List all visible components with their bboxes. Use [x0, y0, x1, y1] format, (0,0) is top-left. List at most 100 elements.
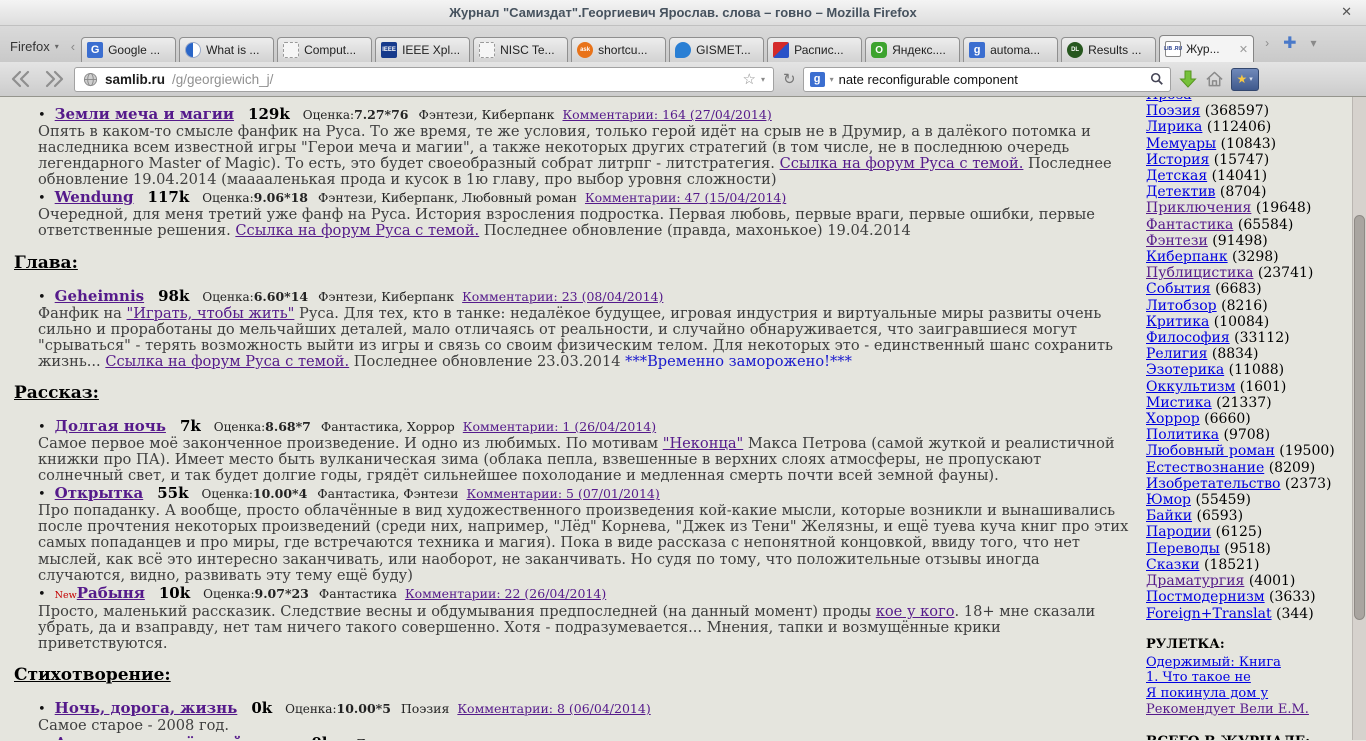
- genre-link[interactable]: Эзотерика: [1146, 362, 1224, 378]
- tab-8[interactable]: Распис...: [767, 37, 862, 62]
- genre-count: (368597): [1200, 103, 1269, 119]
- scrollbar-thumb[interactable]: [1354, 215, 1365, 620]
- inline-link[interactable]: "Неконца": [663, 435, 744, 452]
- search-icon[interactable]: [1150, 72, 1164, 86]
- tab-7[interactable]: GISMET...: [669, 37, 764, 62]
- inline-link[interactable]: кое у кого: [876, 603, 955, 620]
- genre-link[interactable]: Поэзия: [1146, 103, 1200, 119]
- genre-row: Критика (10084): [1146, 314, 1346, 330]
- genre-link[interactable]: Критика: [1146, 314, 1209, 330]
- genre-link[interactable]: Хоррор: [1146, 411, 1200, 427]
- genre-link[interactable]: Мистика: [1146, 395, 1212, 411]
- download-indicator-button[interactable]: [1178, 69, 1198, 89]
- url-bar[interactable]: samlib.ru/g/georgiewich_j/ ☆ ▾: [74, 67, 774, 92]
- genre-link[interactable]: Мемуары: [1146, 136, 1216, 152]
- genre-link[interactable]: Foreign+Translat: [1146, 606, 1272, 622]
- work-title-link[interactable]: Август, луна, тёплый ветер: [55, 734, 298, 740]
- tab-6[interactable]: askshortcu...: [571, 37, 666, 62]
- genre-link[interactable]: Детектив: [1146, 184, 1215, 200]
- inline-link[interactable]: Ссылка на форум Руса с темой.: [235, 222, 479, 239]
- genre-link[interactable]: Приключения: [1146, 200, 1251, 216]
- work-title-link[interactable]: Wendung: [55, 188, 134, 206]
- tab-scroll-left-button[interactable]: ‹: [71, 39, 75, 54]
- genre-link[interactable]: Фэнтези: [1146, 233, 1208, 249]
- comments-link[interactable]: Комментарии: 47 (15/04/2014): [585, 190, 786, 205]
- genre-link[interactable]: История: [1146, 152, 1209, 168]
- window-close-button[interactable]: ✕: [1341, 4, 1352, 20]
- bookmarks-panel-button[interactable]: ★ ▾: [1231, 68, 1259, 91]
- work-title-link[interactable]: Открытка: [55, 484, 144, 502]
- genre-link[interactable]: Переводы: [1146, 541, 1220, 557]
- genre-link[interactable]: Постмодернизм: [1146, 589, 1265, 605]
- genre-link[interactable]: Оккультизм: [1146, 379, 1235, 395]
- genre-link[interactable]: Философия: [1146, 330, 1230, 346]
- tab-2[interactable]: What is ...: [179, 37, 274, 62]
- back-button[interactable]: [8, 67, 34, 91]
- genre-link[interactable]: Юмор: [1146, 492, 1191, 508]
- url-dropdown-icon[interactable]: ▾: [761, 75, 765, 84]
- genre-row: Естествознание (8209): [1146, 460, 1346, 476]
- genre-link[interactable]: Фантастика: [1146, 217, 1233, 233]
- genre-link[interactable]: События: [1146, 281, 1211, 297]
- search-engine-google-icon[interactable]: g: [810, 72, 825, 87]
- roulette-link[interactable]: Одержимый: Книга: [1146, 655, 1346, 671]
- roulette-link[interactable]: 1. Что такое не: [1146, 670, 1346, 686]
- comments-link[interactable]: Комментарии: 8 (06/04/2014): [457, 701, 650, 716]
- page-scrollbar[interactable]: [1352, 97, 1366, 740]
- work-title-link[interactable]: Geheimnis: [55, 287, 144, 305]
- forward-button[interactable]: [41, 67, 67, 91]
- comments-link[interactable]: Комментарии: 1 (26/04/2014): [463, 419, 656, 434]
- comments-link[interactable]: Комментарии: 23 (08/04/2014): [462, 289, 663, 304]
- work-item: •Долгая ночь7kОценка:8.68*7Фантастика, Х…: [38, 418, 1130, 436]
- tab-label: Google ...: [108, 43, 170, 57]
- work-title-link[interactable]: Земли меча и магии: [55, 105, 234, 123]
- genre-link[interactable]: Сказки: [1146, 557, 1200, 573]
- inline-link[interactable]: Ссылка на форум Руса с темой.: [780, 155, 1024, 172]
- tab-1[interactable]: GGoogle ...: [81, 37, 176, 62]
- tab-12[interactable]: LIB .RUЖур...✕: [1159, 35, 1254, 62]
- tab-scroll-right-button[interactable]: ›: [1265, 36, 1269, 50]
- genre-link[interactable]: Байки: [1146, 508, 1192, 524]
- tab-3[interactable]: Comput...: [277, 37, 372, 62]
- list-all-tabs-button[interactable]: ▾: [1311, 36, 1317, 50]
- genre-link[interactable]: Религия: [1146, 346, 1207, 362]
- genre-link[interactable]: Литобзор: [1146, 298, 1217, 314]
- genre-link[interactable]: Любовный роман: [1146, 443, 1275, 459]
- genre-link[interactable]: Публицистика: [1146, 265, 1253, 281]
- tab-4[interactable]: IEEEIEEE Xpl...: [375, 37, 470, 62]
- bookmark-star-icon[interactable]: ☆: [743, 70, 756, 88]
- inline-link[interactable]: Ссылка на форум Руса с темой.: [105, 353, 349, 370]
- search-input[interactable]: [839, 72, 1145, 87]
- comments-link[interactable]: Комментарии: 164 (27/04/2014): [562, 107, 771, 122]
- roulette-link[interactable]: Я покинула дом у: [1146, 686, 1346, 702]
- genre-link[interactable]: Пародии: [1146, 524, 1211, 540]
- genre-link[interactable]: Изобретательство: [1146, 476, 1280, 492]
- tab-11[interactable]: DLResults ...: [1061, 37, 1156, 62]
- genre-link[interactable]: Драматургия: [1146, 573, 1244, 589]
- genre-link[interactable]: Естествознание: [1146, 460, 1264, 476]
- comments-link[interactable]: Комментарии: 22 (26/04/2014): [405, 586, 606, 601]
- reload-button[interactable]: ↻: [783, 70, 796, 88]
- genre-link[interactable]: Проза: [1146, 97, 1192, 103]
- search-engine-dropdown-icon[interactable]: ▾: [830, 75, 834, 84]
- home-button[interactable]: [1205, 70, 1224, 88]
- genre-link[interactable]: Детская: [1146, 168, 1207, 184]
- tab-9[interactable]: ОЯндекс....: [865, 37, 960, 62]
- work-title-link[interactable]: Ночь, дорога, жизнь: [55, 699, 238, 717]
- inline-link[interactable]: "Играть, чтобы жить": [127, 305, 295, 322]
- tab-close-icon[interactable]: ✕: [1239, 43, 1248, 56]
- tab-10[interactable]: gautoma...: [963, 37, 1058, 62]
- genre-link[interactable]: Киберпанк: [1146, 249, 1228, 265]
- firefox-menu-button[interactable]: Firefox ▾: [10, 39, 59, 54]
- genre-link[interactable]: Политика: [1146, 427, 1219, 443]
- work-title-link[interactable]: Рабыня: [77, 584, 145, 602]
- work-title-link[interactable]: Долгая ночь: [55, 417, 166, 435]
- comments-link[interactable]: Комментарии: 5 (07/01/2014): [466, 486, 659, 501]
- roulette-link[interactable]: Рекомендует Вели Е.М.: [1146, 702, 1346, 718]
- tab-5[interactable]: NISC Te...: [473, 37, 568, 62]
- new-tab-button[interactable]: ✚: [1283, 33, 1296, 53]
- search-box[interactable]: g ▾: [803, 67, 1171, 92]
- genre-link[interactable]: Лирика: [1146, 119, 1202, 135]
- genre-count: (55459): [1191, 492, 1251, 508]
- work-score: Оценка:6.60*14: [202, 289, 308, 304]
